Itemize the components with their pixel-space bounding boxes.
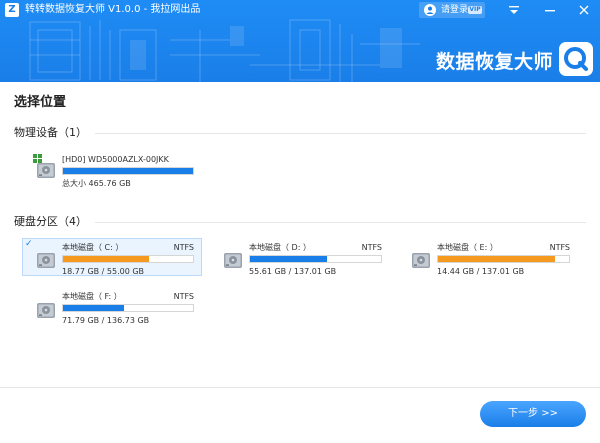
partition-filesystem: NTFS: [173, 292, 194, 301]
login-button[interactable]: 请登录 VIP: [419, 2, 485, 18]
hard-disk-icon: [37, 163, 55, 178]
partition-size: 18.77 GB / 55.00 GB: [62, 267, 145, 276]
partition-usage-bar: [249, 255, 382, 263]
menu-icon[interactable]: [505, 2, 523, 18]
brand-logo-icon: [559, 42, 593, 76]
partition-usage-bar: [62, 304, 194, 312]
partition-usage-bar: [437, 255, 570, 263]
minimize-icon[interactable]: [541, 2, 559, 18]
partition-size: 14.44 GB / 137.01 GB: [437, 267, 525, 276]
partition-usage-fill: [250, 256, 328, 262]
user-icon: [424, 4, 436, 16]
partition-size: 55.61 GB / 137.01 GB: [249, 267, 337, 276]
hard-disk-icon: [224, 253, 242, 268]
app-title: 转转数据恢复大师 V1.0.0 - 我拉网出品: [25, 4, 201, 15]
partition-usage-fill: [63, 256, 149, 262]
partition-name: 本地磁盘（ F: ）: [62, 292, 122, 301]
close-icon[interactable]: [575, 2, 593, 18]
partition-filesystem: NTFS: [549, 243, 570, 252]
partition-name: 本地磁盘（ D: ）: [249, 243, 311, 252]
physical-device-usage-bar: [62, 167, 194, 175]
windows-icon: [33, 154, 42, 163]
vip-badge: VIP: [468, 6, 482, 14]
app-logo-icon: Z: [5, 3, 19, 17]
partition-name: 本地磁盘（ E: ）: [437, 243, 498, 252]
partition-filesystem: NTFS: [173, 243, 194, 252]
next-step-button[interactable]: 下一步 >>: [480, 401, 586, 427]
partition-usage-bar: [62, 255, 194, 263]
checkmark-icon: ✓: [25, 239, 33, 249]
partition-size: 71.79 GB / 136.73 GB: [62, 316, 150, 325]
physical-device-size: 总大小 465.76 GB: [62, 179, 131, 188]
partition-usage-fill: [63, 305, 125, 311]
partition-usage-fill: [438, 256, 555, 262]
partitions-heading: 硬盘分区（4）: [14, 215, 87, 228]
hard-disk-icon: [412, 253, 430, 268]
close-icon-glyph: [579, 5, 589, 15]
hard-disk-icon: [37, 253, 55, 268]
partition-filesystem: NTFS: [361, 243, 382, 252]
physical-devices-heading: 物理设备（1）: [14, 126, 87, 139]
section-divider: [95, 133, 586, 134]
menu-icon-glyph: [509, 6, 519, 14]
hard-disk-icon: [37, 303, 55, 318]
minimize-icon-glyph: [545, 10, 555, 12]
physical-device-name: [HD0] WD5000AZLX-00JKK: [62, 155, 169, 164]
header-banner: Z 转转数据恢复大师 V1.0.0 - 我拉网出品 请登录 VIP 数据恢复大师: [0, 0, 600, 82]
login-label: 请登录: [441, 5, 469, 15]
section-divider: [95, 222, 586, 223]
footer-divider: [0, 387, 600, 388]
brand-title: 数据恢复大师: [436, 51, 554, 73]
page-title: 选择位置: [14, 95, 67, 110]
partition-name: 本地磁盘（ C: ）: [62, 243, 124, 252]
physical-device-usage-fill: [63, 168, 193, 174]
